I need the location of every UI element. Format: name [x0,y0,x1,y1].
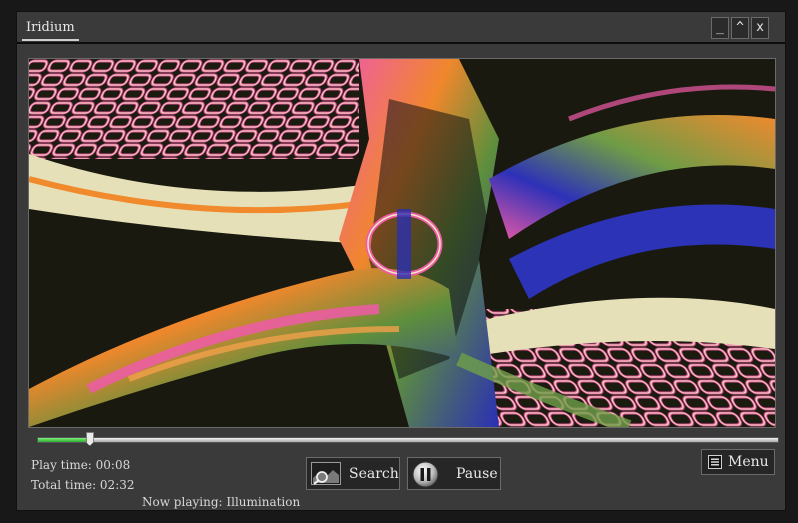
video-display[interactable] [28,58,776,428]
maximize-button[interactable]: ^ [731,17,749,39]
menu-button[interactable]: Menu [701,449,775,475]
seek-thumb[interactable] [85,432,94,446]
pause-button[interactable]: Pause [407,457,501,490]
seek-bar[interactable] [37,432,779,446]
total-time: Total time: 02:32 [31,478,135,492]
image-search-icon [311,462,341,485]
video-frame [29,59,775,427]
pause-icon [412,461,439,488]
now-playing: Now playing: Illumination [142,495,301,509]
play-time: Play time: 00:08 [31,458,131,472]
title-bar: Iridium _ ^ x [17,12,785,44]
hamburger-menu-icon [708,455,722,469]
player-window: Iridium _ ^ x Play time: 00:08 Total tim… [16,11,786,511]
search-button-label: Search [349,465,399,482]
window-title: Iridium [22,17,79,41]
close-button[interactable]: x [751,17,769,39]
search-button[interactable]: Search [306,457,400,490]
minimize-button[interactable]: _ [711,17,729,39]
seek-progress [38,438,90,442]
pause-button-label: Pause [456,465,498,482]
menu-button-label: Menu [728,454,769,470]
